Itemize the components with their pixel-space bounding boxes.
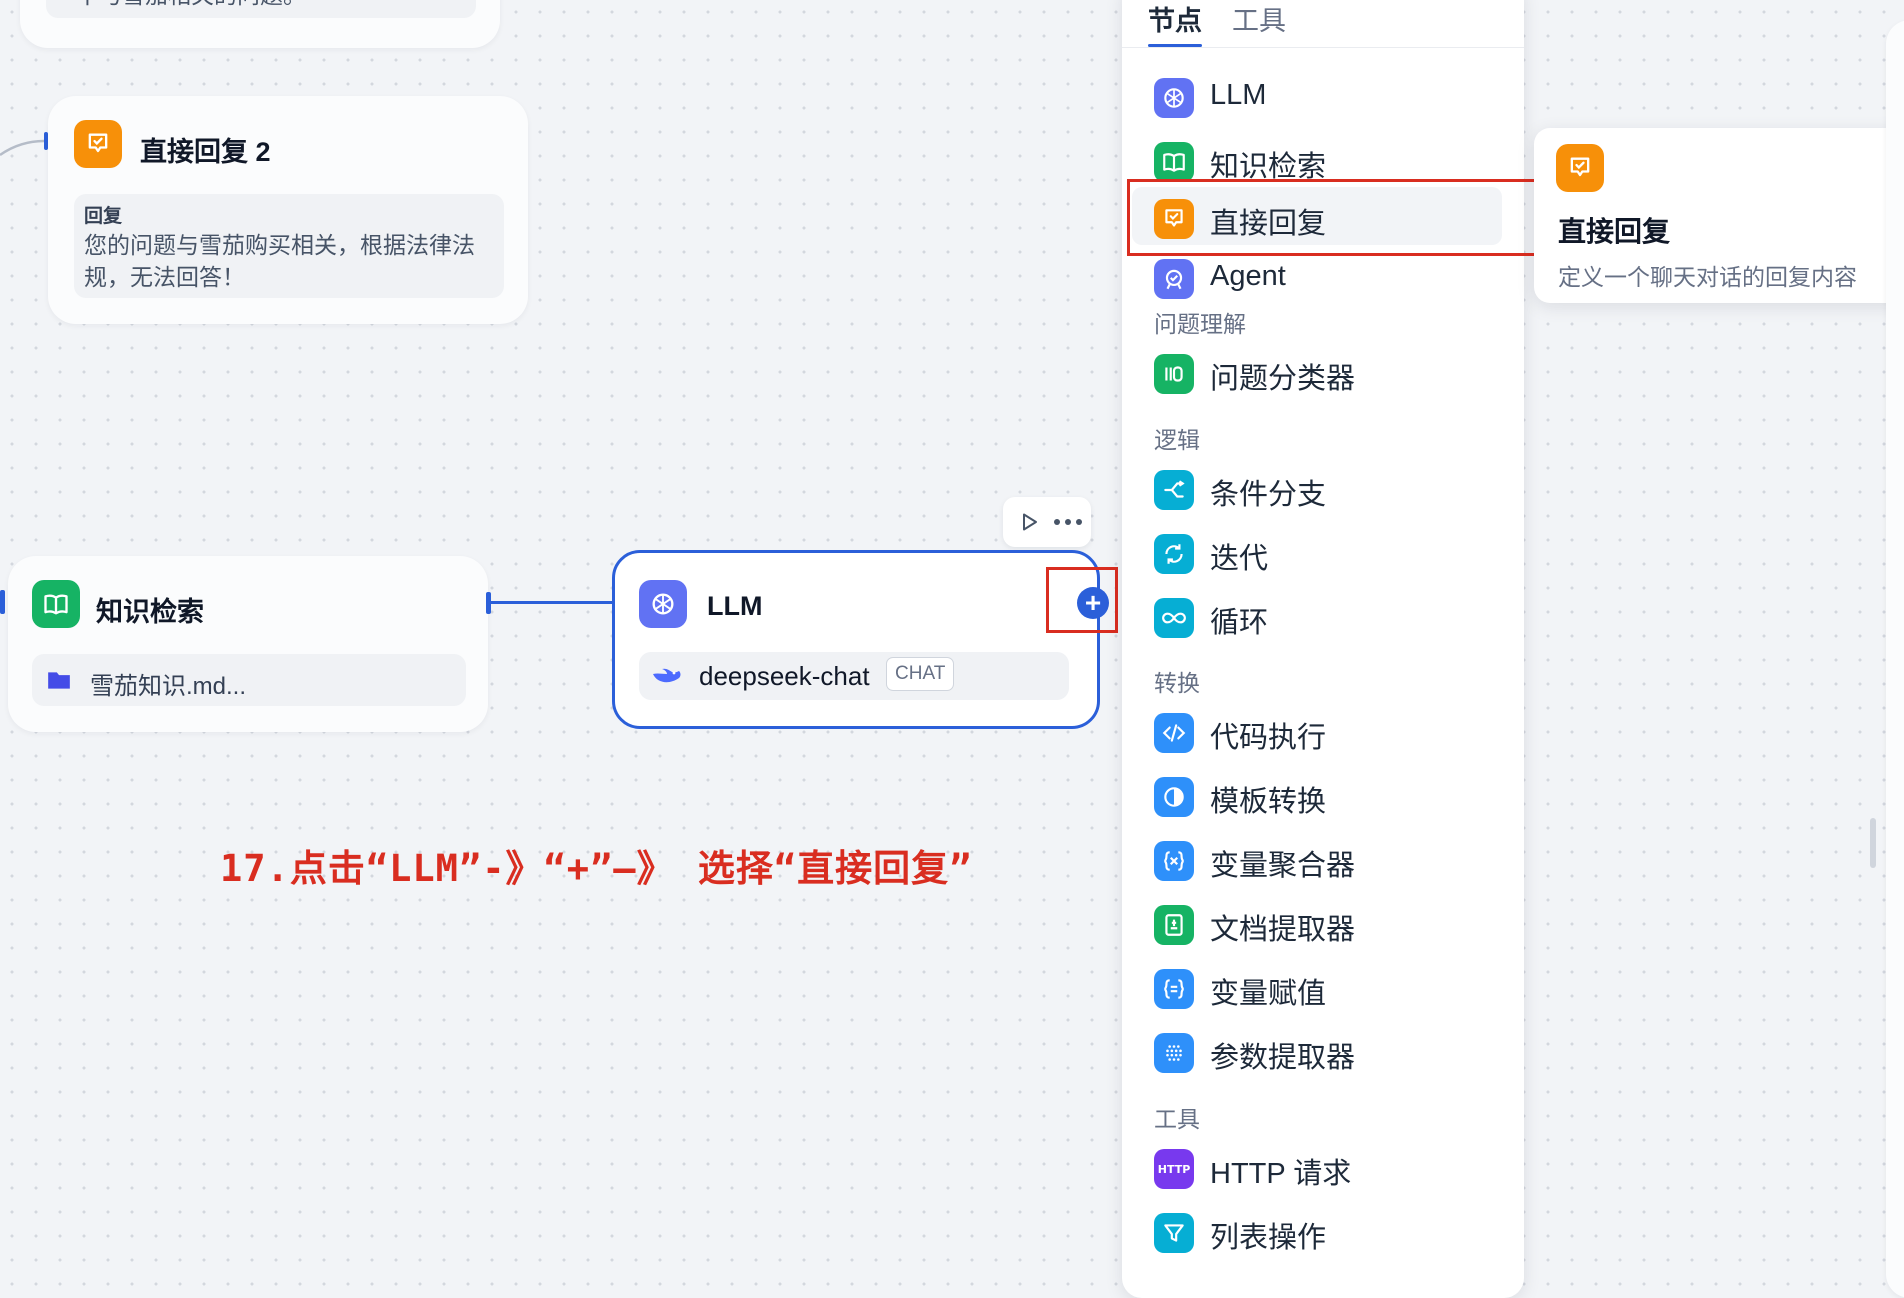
llm-node-title: LLM	[707, 591, 763, 621]
popover-description: 定义一个聊天对话的回复内容	[1558, 264, 1857, 290]
reply-field-label: 回复	[84, 206, 123, 227]
tabs-divider	[1122, 47, 1524, 48]
node-item-label: 变量赋值	[1210, 978, 1327, 1010]
section-question-understanding: 问题理解	[1154, 311, 1246, 337]
scrollbar-thumb[interactable]	[1870, 818, 1876, 868]
node-item-http-request[interactable]: HTTP HTTP 请求	[1122, 1137, 1509, 1195]
node-item-label: LLM	[1210, 79, 1267, 111]
node-item-parameter-extractor[interactable]: 参数提取器	[1122, 1021, 1509, 1079]
node-item-iteration[interactable]: 迭代	[1122, 522, 1509, 580]
node-item-label: 代码执行	[1210, 722, 1327, 754]
node-item-doc-extractor[interactable]: 文档提取器	[1122, 893, 1509, 951]
book-icon	[32, 580, 80, 628]
right-edge-partial-panel	[1886, 20, 1904, 1298]
node-item-code-execution[interactable]: 代码执行	[1122, 701, 1509, 759]
knowledge-node-title: 知识检索	[96, 597, 204, 627]
agent-icon	[1154, 259, 1194, 299]
http-icon-text: HTTP	[1157, 1162, 1191, 1176]
partial-top-node[interactable]: 干与雪茄相关的问题。	[20, 0, 500, 48]
tab-nodes[interactable]: 节点	[1148, 0, 1202, 38]
reply-node-2[interactable]: 直接回复 2 回复 您的问题与雪茄购买相关，根据法律法 规，无法回答！	[48, 96, 528, 324]
node-item-llm[interactable]: LLM	[1122, 66, 1509, 124]
node-item-variable-aggregator[interactable]: 变量聚合器	[1122, 829, 1509, 887]
llm-model-name: deepseek-chat	[699, 661, 870, 691]
variable-assign-icon	[1154, 969, 1194, 1009]
node-item-loop[interactable]: 循环	[1122, 586, 1509, 644]
llm-node[interactable]: LLM deepseek-chat CHAT	[612, 550, 1100, 729]
node-item-label: 条件分支	[1210, 479, 1327, 511]
book-icon	[1154, 142, 1194, 182]
deepseek-whale-icon	[653, 668, 681, 683]
variable-aggregator-icon	[1154, 841, 1194, 881]
llm-node-toolbar	[1003, 497, 1091, 547]
reply-icon	[74, 120, 122, 168]
node-item-label: 变量聚合器	[1210, 850, 1356, 882]
template-icon	[1154, 777, 1194, 817]
llm-icon	[639, 580, 687, 628]
reply-field-text-line1: 您的问题与雪茄购买相关，根据法律法	[84, 232, 475, 258]
knowledge-file-name: 雪茄知识.md...	[90, 673, 247, 700]
llm-model-field: deepseek-chat CHAT	[639, 652, 1069, 700]
branch-icon	[1154, 470, 1194, 510]
reply-field-text-line2: 规，无法回答！	[84, 264, 245, 290]
add-button-highlight-box	[1046, 567, 1118, 633]
partial-top-node-text: 干与雪茄相关的问题。	[76, 0, 306, 10]
http-icon: HTTP	[1154, 1149, 1194, 1189]
doc-extractor-icon	[1154, 905, 1194, 945]
direct-reply-highlight-box	[1127, 179, 1555, 256]
tab-tools[interactable]: 工具	[1232, 0, 1286, 38]
reply-icon	[1556, 144, 1604, 192]
node-item-label: 迭代	[1210, 543, 1269, 575]
node-item-label: Agent	[1210, 260, 1286, 292]
filter-icon	[1154, 1213, 1194, 1253]
node-item-variable-assign[interactable]: 变量赋值	[1122, 957, 1509, 1015]
knowledge-node[interactable]: 知识检索 雪茄知识.md...	[8, 556, 488, 732]
folder-icon	[48, 672, 70, 689]
instruction-text: 17.点击“LLM”-》“+”—》 选择“直接回复”	[220, 847, 973, 890]
edge-to-reply-node	[0, 132, 48, 157]
node-item-list-operation[interactable]: 列表操作	[1122, 1201, 1509, 1259]
section-transform: 转换	[1154, 670, 1200, 696]
popover-title: 直接回复	[1558, 216, 1671, 247]
node-item-label: 循环	[1210, 607, 1269, 639]
llm-icon	[1154, 78, 1194, 118]
partial-top-node-field: 干与雪茄相关的问题。	[46, 0, 476, 18]
section-tools: 工具	[1154, 1106, 1200, 1132]
llm-model-tag: CHAT	[886, 657, 955, 691]
node-item-label: 模板转换	[1210, 786, 1327, 818]
knowledge-node-input-handle[interactable]	[0, 590, 5, 614]
more-icon[interactable]	[1053, 518, 1083, 526]
node-item-label: 列表操作	[1210, 1222, 1327, 1254]
reply-field: 回复 您的问题与雪茄购买相关，根据法律法 规，无法回答！	[74, 194, 504, 298]
node-item-label: 问题分类器	[1210, 363, 1356, 395]
node-item-question-classifier[interactable]: 问题分类器	[1122, 342, 1509, 400]
node-item-condition-branch[interactable]: 条件分支	[1122, 458, 1509, 516]
run-icon[interactable]	[1017, 510, 1041, 534]
reply-node-title: 直接回复 2	[140, 137, 271, 167]
knowledge-file-field: 雪茄知识.md...	[32, 654, 466, 706]
section-logic: 逻辑	[1154, 427, 1200, 453]
parameter-extractor-icon	[1154, 1033, 1194, 1073]
node-item-label: 文档提取器	[1210, 914, 1356, 946]
node-item-label: HTTP 请求	[1210, 1158, 1352, 1190]
classifier-icon	[1154, 354, 1194, 394]
node-item-label: 参数提取器	[1210, 1042, 1356, 1074]
node-item-template-transform[interactable]: 模板转换	[1122, 765, 1509, 823]
iteration-icon	[1154, 534, 1194, 574]
code-icon	[1154, 713, 1194, 753]
node-description-popover: 直接回复 定义一个聊天对话的回复内容	[1534, 128, 1904, 303]
edge-knowledge-to-llm	[490, 601, 614, 604]
loop-icon	[1154, 598, 1194, 638]
